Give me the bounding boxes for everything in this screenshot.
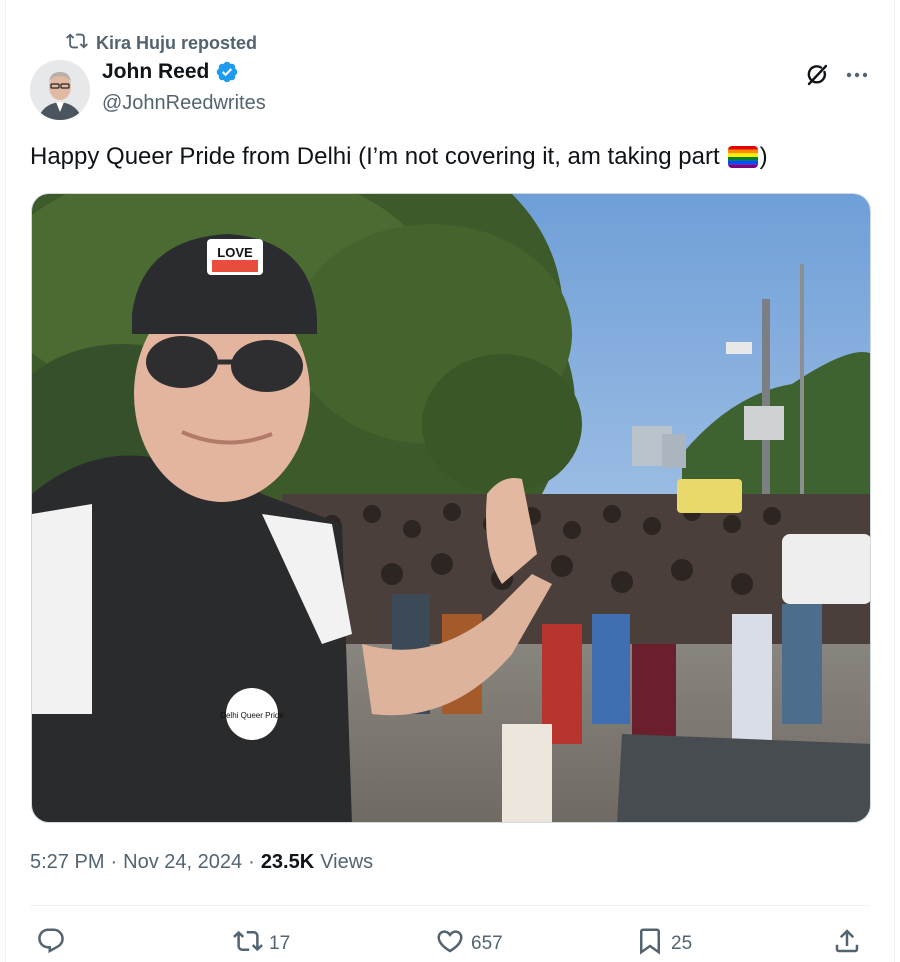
grok-icon[interactable] — [802, 60, 832, 90]
like-button[interactable]: 657 — [435, 926, 503, 962]
rainbow-flag-icon — [727, 146, 758, 168]
views-label: Views — [320, 851, 374, 873]
like-count: 657 — [471, 933, 503, 954]
retweet-count: 17 — [269, 933, 291, 954]
tweet-meta: 5:27 PM · Nov 24, 2024 · 23.5K Views — [30, 851, 373, 874]
meta-separator: · — [248, 851, 255, 873]
reply-button[interactable] — [36, 926, 72, 962]
tweet-photo[interactable]: LOVE Delhi Queer Pride — [31, 193, 871, 823]
avatar[interactable] — [30, 60, 90, 120]
like-icon — [435, 926, 465, 962]
share-icon — [832, 926, 862, 962]
tweet-time[interactable]: 5:27 PM — [30, 851, 104, 874]
repost-icon — [66, 30, 88, 57]
meta-separator: · — [110, 851, 118, 873]
reply-icon — [36, 926, 66, 962]
bookmark-count: 25 — [671, 933, 693, 954]
cap-badge-text: LOVE — [217, 245, 253, 260]
repost-context[interactable]: Kira Huju reposted — [66, 30, 257, 57]
retweet-button[interactable]: 17 — [233, 926, 290, 962]
divider — [30, 905, 870, 906]
bookmark-button[interactable]: 25 — [635, 926, 692, 962]
views-count: 23.5K — [260, 851, 315, 873]
retweet-icon — [233, 926, 263, 962]
bookmark-icon — [635, 926, 665, 962]
tweet-text: Happy Queer Pride from Delhi (I’m not co… — [30, 143, 768, 171]
tweet-body: Happy Queer Pride from Delhi (I’m not co… — [30, 143, 720, 170]
repost-label: Kira Huju reposted — [96, 33, 258, 53]
more-options-icon[interactable] — [842, 62, 872, 88]
author-name[interactable]: John Reed — [102, 60, 209, 84]
verified-badge-icon — [215, 60, 239, 84]
author-handle[interactable]: @JohnReedwrites — [102, 92, 266, 115]
pride-pin-text: Delhi Queer Pride — [220, 711, 284, 720]
action-bar: 17 657 25 — [30, 920, 870, 962]
tweet-date[interactable]: Nov 24, 2024 — [123, 851, 242, 874]
tweet-body-suffix: ) — [759, 143, 768, 170]
share-button[interactable] — [832, 926, 862, 962]
